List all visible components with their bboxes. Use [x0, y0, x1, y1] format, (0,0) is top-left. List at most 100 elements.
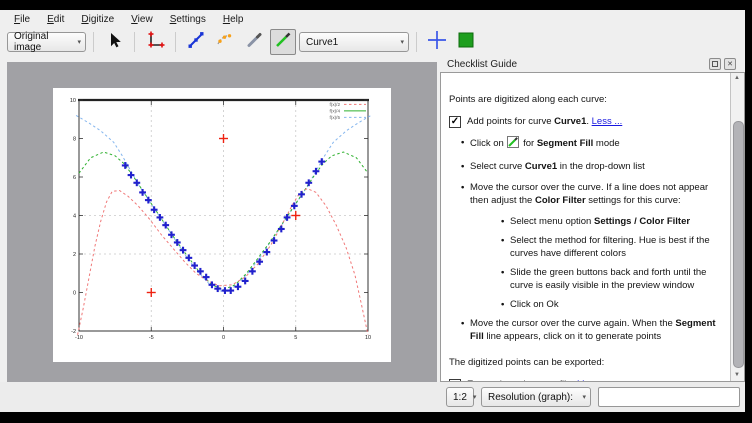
- float-icon: [712, 61, 718, 67]
- checklist-panel-title: Checklist Guide: [447, 59, 517, 70]
- close-panel-button[interactable]: ✕: [724, 58, 736, 70]
- export-item-label: Export the points to a file. More: [467, 378, 599, 381]
- close-icon: ✕: [727, 61, 733, 68]
- scroll-up-arrow-icon[interactable]: ▲: [731, 73, 743, 84]
- toolbar: Original image ▾: [0, 28, 745, 56]
- bullet-dot: •: [461, 317, 470, 343]
- bullet-dot: •: [501, 266, 510, 292]
- axis-point-tool-button[interactable]: [142, 29, 168, 55]
- zoom-combo[interactable]: 1:2 ▾: [446, 387, 474, 407]
- menu-item-settings[interactable]: Settings: [170, 14, 206, 25]
- digitized-point: [203, 274, 210, 281]
- checklist-bullet: •Click on for Segment Fill mode: [449, 136, 725, 152]
- menu-item-edit[interactable]: Edit: [47, 14, 64, 25]
- menubar: File Edit Digitize View Settings Help: [0, 10, 745, 28]
- svg-text:8: 8: [73, 137, 76, 143]
- screen: File Edit Digitize View Settings Help Origina…: [0, 0, 752, 423]
- segment-fill-icon: [273, 30, 293, 55]
- add-points-item-label: Add points for curve Curve1. Less ...: [467, 115, 622, 128]
- view-selector-label: Original image: [14, 31, 71, 53]
- svg-text:10: 10: [365, 335, 371, 341]
- digitized-point: [197, 268, 204, 275]
- curve-point-icon: [186, 30, 206, 55]
- svg-text:-2: -2: [71, 329, 76, 335]
- point-match-tool-button[interactable]: [212, 29, 238, 55]
- axis-point: [219, 134, 228, 143]
- curve-red: [78, 189, 368, 335]
- digitized-point: [278, 226, 285, 233]
- digitized-point: [249, 268, 256, 275]
- digitized-point: [128, 172, 135, 179]
- chevron-down-icon: ▾: [394, 38, 404, 46]
- bullet-dot: •: [461, 181, 470, 207]
- svg-text:-10: -10: [75, 335, 83, 341]
- checklist-bullet: •Move the cursor over the curve. If a li…: [449, 181, 725, 207]
- curve-point-tool-button[interactable]: [183, 29, 209, 55]
- menu-item-view[interactable]: View: [131, 14, 153, 25]
- float-panel-button[interactable]: [709, 58, 721, 70]
- svg-text:0: 0: [73, 291, 76, 297]
- checklist-bullet: •Slide the green buttons back and forth …: [449, 266, 725, 292]
- statusbar-input[interactable]: [598, 387, 740, 407]
- curve-selector-label: Curve1: [306, 37, 338, 48]
- digitized-point: [191, 262, 198, 269]
- export-item-checkbox[interactable]: [449, 379, 461, 381]
- add-points-item-checkbox[interactable]: ✓: [449, 116, 461, 128]
- scrollbar-thumb[interactable]: [733, 121, 744, 368]
- curve-selector-combo[interactable]: Curve1 ▾: [299, 32, 409, 52]
- scroll-down-arrow-icon[interactable]: ▼: [731, 370, 743, 381]
- digitized-point: [318, 158, 325, 165]
- svg-text:4: 4: [73, 214, 76, 220]
- point-match-icon: [215, 30, 235, 55]
- checklist-intro: Points are digitized along each curve:: [449, 93, 725, 106]
- export-item: Export the points to a file. More: [449, 378, 725, 381]
- toolbar-separator: [93, 32, 94, 52]
- add-points-item: ✓ Add points for curve Curve1. Less ...: [449, 115, 725, 128]
- chevron-down-icon: ▾: [71, 38, 81, 46]
- zoom-value: 1:2: [453, 392, 467, 403]
- checklist-export-intro: The digitized points can be exported:: [449, 356, 725, 369]
- checklist-content: Points are digitized along each curve: ✓ A…: [440, 72, 745, 382]
- main-area: -10-50510-20246810f(x)/2f(x)/4f(x)/5 Che…: [0, 56, 745, 382]
- view-selector-combo[interactable]: Original image ▾: [7, 32, 86, 52]
- checklist-bullet: •Select menu option Settings / Color Fil…: [449, 215, 725, 228]
- menu-item-digitize[interactable]: Digitize: [81, 14, 114, 25]
- plot-svg: -10-50510-20246810f(x)/2f(x)/4f(x)/5: [53, 88, 391, 362]
- bullet-text: Select the method for filtering. Hue is …: [510, 234, 725, 260]
- toolbar-separator: [134, 32, 135, 52]
- statusbar: 1:2 ▾ Resolution (graph): ▾: [0, 382, 745, 412]
- menu-item-help[interactable]: Help: [223, 14, 244, 25]
- color-picker-tool-button[interactable]: [241, 29, 267, 55]
- legend-entry: f(x)/4: [330, 109, 341, 114]
- graph-image[interactable]: -10-50510-20246810f(x)/2f(x)/4f(x)/5: [53, 88, 391, 362]
- segment-fill-tool-button[interactable]: [270, 29, 296, 55]
- svg-text:6: 6: [73, 175, 76, 181]
- resolution-combo[interactable]: Resolution (graph): ▾: [481, 387, 591, 407]
- bullet-dot: •: [501, 234, 510, 260]
- bullet-text: Move the cursor over the curve. If a lin…: [470, 181, 725, 207]
- axis-points-icon: [145, 30, 165, 55]
- bullet-text: Select menu option Settings / Color Filt…: [510, 215, 725, 228]
- checklist-link[interactable]: Less ...: [592, 116, 623, 127]
- legend-entry: f(x)/2: [330, 102, 341, 107]
- checklist-scrollbar[interactable]: ▲ ▼: [730, 73, 744, 381]
- menu-item-file[interactable]: File: [14, 14, 30, 25]
- select-tool-button[interactable]: [101, 29, 127, 55]
- graph-canvas[interactable]: -10-50510-20246810f(x)/2f(x)/4f(x)/5: [7, 62, 437, 382]
- chevron-down-icon: ▾: [576, 393, 586, 401]
- app-window: File Edit Digitize View Settings Help Origina…: [0, 10, 745, 412]
- checklist-bullet: •Click on Ok: [449, 298, 725, 311]
- checklist-bullet: •Select curve Curve1 in the drop-down li…: [449, 160, 725, 173]
- svg-text:-5: -5: [149, 335, 154, 341]
- axis-point: [291, 211, 300, 220]
- digitized-point: [313, 168, 320, 175]
- digitized-point: [209, 281, 216, 288]
- crosshair-icon: [427, 30, 447, 55]
- color-swatch-icon: [457, 31, 475, 54]
- checklist-panel-titlebar[interactable]: Checklist Guide ✕: [440, 56, 745, 72]
- bullet-text: Move the cursor over the curve again. Wh…: [470, 317, 725, 343]
- checklist-link[interactable]: More: [577, 379, 599, 381]
- bullet-text: Click on for Segment Fill mode: [470, 136, 725, 152]
- svg-text:5: 5: [294, 335, 297, 341]
- checklist-panel: Checklist Guide ✕ Points are digitized a…: [440, 56, 745, 382]
